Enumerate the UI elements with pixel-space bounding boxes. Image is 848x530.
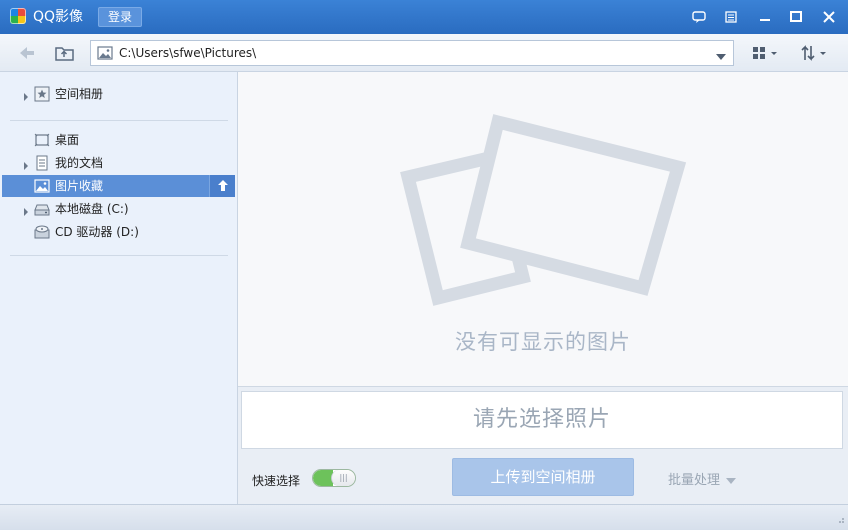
expand-arrow-icon[interactable] <box>23 159 29 173</box>
empty-message: 没有可显示的图片 <box>455 330 631 354</box>
upload-to-album-button[interactable]: 上传到空间相册 <box>452 458 634 496</box>
sidebar-item-cd-drive-d[interactable]: CD 驱动器 (D:) <box>0 221 236 243</box>
close-icon[interactable] <box>820 8 838 26</box>
sidebar-item-label: 图片收藏 <box>55 179 104 193</box>
batch-process-menu[interactable]: 批量处理 <box>668 469 737 488</box>
toggle-knob[interactable]: ||| <box>331 470 355 486</box>
sidebar-item-label: CD 驱动器 (D:) <box>55 225 139 239</box>
folder-up-icon[interactable] <box>54 43 76 63</box>
sidebar: 空间相册 桌面 我的文档 图片收藏 本地磁盘 (C:) CD 驱动器 (D:) <box>0 72 238 504</box>
maximize-icon[interactable] <box>787 8 805 26</box>
chat-icon[interactable] <box>690 8 708 26</box>
expand-arrow-icon[interactable] <box>23 90 29 104</box>
image-icon <box>97 46 113 63</box>
view-grid-icon[interactable] <box>751 44 781 62</box>
document-icon <box>34 155 50 171</box>
photo-grid-area: 没有可显示的图片 <box>238 72 848 386</box>
quick-select-label: 快速选择 <box>252 474 301 488</box>
sidebar-item-my-documents[interactable]: 我的文档 <box>0 152 236 174</box>
address-path[interactable]: C:\Users\sfwe\Pictures\ <box>119 46 256 60</box>
desktop-icon <box>34 132 50 148</box>
address-bar[interactable]: C:\Users\sfwe\Pictures\ <box>90 40 734 66</box>
resize-grip-icon[interactable] <box>835 513 845 527</box>
sidebar-divider <box>10 255 228 256</box>
toggle-on-track <box>313 470 333 486</box>
selection-drop-area: 请先选择照片 <box>241 391 843 449</box>
expand-arrow-icon[interactable] <box>23 205 29 219</box>
sidebar-item-desktop[interactable]: 桌面 <box>0 129 236 151</box>
quick-select-toggle[interactable]: ||| <box>312 469 356 487</box>
empty-photos-icon <box>400 114 687 306</box>
title-bar: QQ影像 登录 <box>0 0 848 34</box>
dropdown-icon[interactable] <box>715 50 727 64</box>
sidebar-item-space-album[interactable]: 空间相册 <box>0 83 236 105</box>
sidebar-item-label: 本地磁盘 (C:) <box>55 202 129 216</box>
app-window: QQ影像 登录 C:\Users\sfwe\Pictures\ 空间相册 桌面 … <box>0 0 848 530</box>
sidebar-item-label: 空间相册 <box>55 87 104 101</box>
sidebar-item-label: 我的文档 <box>55 156 104 170</box>
chevron-down-icon <box>726 473 737 488</box>
menu-icon[interactable] <box>722 8 740 26</box>
sidebar-item-picture-favorites[interactable]: 图片收藏 <box>2 175 235 197</box>
upload-arrow-icon[interactable] <box>209 175 235 197</box>
bottom-panel: 请先选择照片 快速选择 ||| 上传到空间相册 批量处理 <box>238 386 848 504</box>
batch-process-label: 批量处理 <box>668 473 721 488</box>
app-title: QQ影像 <box>33 9 84 25</box>
picture-icon <box>34 178 50 194</box>
app-logo-icon <box>10 8 26 24</box>
login-button[interactable]: 登录 <box>98 7 142 27</box>
sidebar-item-local-disk-c[interactable]: 本地磁盘 (C:) <box>0 198 236 220</box>
cd-drive-icon <box>34 224 50 240</box>
toolbar: C:\Users\sfwe\Pictures\ <box>0 34 848 72</box>
hard-drive-icon <box>34 201 50 217</box>
status-bar <box>0 504 848 530</box>
sidebar-divider <box>10 120 228 121</box>
sort-icon[interactable] <box>800 44 830 62</box>
sidebar-item-label: 桌面 <box>55 133 80 147</box>
minimize-icon[interactable] <box>756 8 774 26</box>
back-arrow-icon[interactable] <box>16 43 38 63</box>
star-album-icon <box>34 86 50 102</box>
